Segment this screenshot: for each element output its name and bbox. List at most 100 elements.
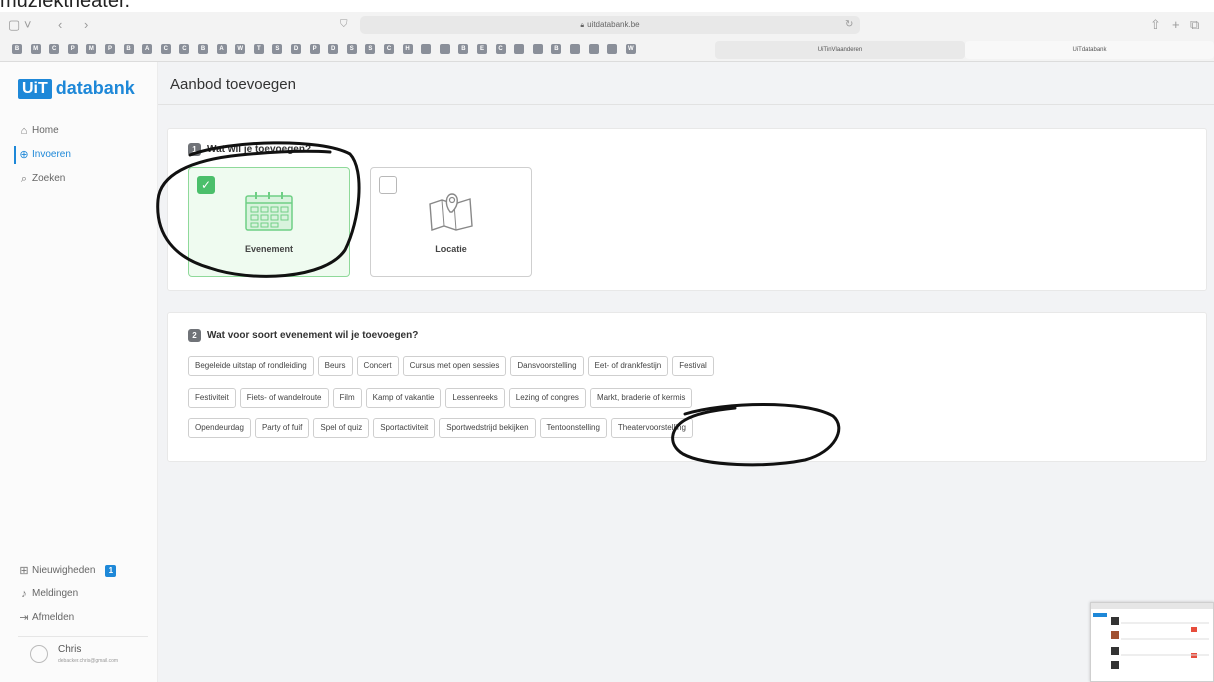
address-text: uitdatabank.be — [587, 20, 640, 29]
event-type-chip[interactable]: Lessenreeks — [445, 388, 505, 408]
bookmark-favicon-icon[interactable]: C — [160, 44, 171, 54]
sidebar-item-label: Meldingen — [32, 588, 79, 599]
tab-uitdatabank[interactable]: UiTdatabank — [965, 41, 1214, 59]
page-title: Aanbod toevoegen — [170, 76, 296, 93]
screenshot-thumbnail[interactable] — [1090, 602, 1214, 682]
bookmark-favicon-icon[interactable]: P — [309, 44, 320, 54]
logout-icon: ⇥ — [19, 612, 29, 624]
bookmark-favicon-icon[interactable] — [421, 44, 432, 54]
event-type-chip[interactable]: Beurs — [317, 356, 353, 376]
bookmark-favicon-icon[interactable]: B — [123, 44, 134, 54]
event-type-chip[interactable]: Film — [332, 388, 362, 408]
screen: muziektheater. ▢ ˅ ‹ › ⛉ 🔒︎ uitdatabank.b… — [0, 0, 1214, 682]
checkbox-unchecked — [379, 176, 397, 194]
bookmark-favicon-icon[interactable]: P — [67, 44, 78, 54]
logo[interactable]: UiT databank — [18, 78, 135, 102]
option-evenement[interactable]: ✓ Evenement — [188, 167, 350, 277]
bookmark-favicon-icon[interactable] — [607, 44, 618, 54]
event-type-chip[interactable]: Festival — [672, 356, 714, 376]
lock-icon: 🔒︎ — [580, 22, 585, 29]
sidebar-item-invoeren[interactable]: ⊕ Invoeren — [14, 144, 150, 166]
bookmark-favicon-icon[interactable] — [532, 44, 543, 54]
sidebar-item-nieuwigheden[interactable]: ⊞ Nieuwigheden 1 — [18, 560, 150, 582]
bookmark-favicon-icon[interactable]: P — [105, 44, 115, 54]
sidebar: UiT databank ⌂ Home ⊕ Invoeren ⌕ Zoeken ⊞ Nie… — [0, 62, 158, 682]
thumbnail-preview-icon — [1091, 603, 1213, 669]
bookmark-favicon-icon[interactable] — [514, 44, 525, 54]
new-tab-icon[interactable]: + — [1172, 12, 1180, 38]
bookmark-favicon-icon[interactable]: B — [198, 44, 208, 54]
event-type-chip[interactable]: Party of fuif — [254, 418, 310, 438]
option-label: Evenement — [244, 244, 294, 254]
event-type-chip[interactable]: Theatervoorstelling — [610, 418, 693, 438]
event-type-chip[interactable]: Eet- of drankfestijn — [587, 356, 669, 376]
event-type-chip[interactable]: Opendeurdag — [188, 418, 251, 438]
bookmark-favicon-icon[interactable]: M — [30, 44, 41, 54]
tab-label: UiTinVlaanderen — [817, 47, 863, 53]
bookmark-favicon-icon[interactable]: D — [328, 44, 339, 54]
bookmark-favicon-icon[interactable]: S — [346, 44, 357, 54]
bookmark-favicon-icon[interactable]: A — [216, 44, 227, 54]
sidebar-item-home[interactable]: ⌂ Home — [18, 120, 150, 142]
sidebar-item-meldingen[interactable]: ♪ Meldingen — [18, 583, 150, 605]
bookmark-favicon-icon[interactable]: W — [235, 44, 246, 54]
bookmark-favicon-icon[interactable]: A — [142, 44, 153, 54]
sidebar-item-label: Nieuwigheden — [32, 565, 96, 576]
share-icon[interactable]: ⇧ — [1150, 12, 1161, 38]
bookmark-favicon-icon[interactable]: B — [458, 44, 469, 54]
event-type-chip[interactable]: Tentoonstelling — [539, 418, 607, 438]
step-number: 2 — [188, 329, 201, 342]
bookmark-favicon-icon[interactable] — [588, 44, 599, 54]
sidebar-toggle-icon[interactable]: ▢ ˅ — [8, 12, 32, 38]
user-profile[interactable]: Chris debacker.chris@gmail.com — [18, 636, 148, 672]
event-type-chip[interactable]: Sportactiviteit — [373, 418, 436, 438]
tab-uitinvlaanderen[interactable]: UiTinVlaanderen — [715, 41, 965, 59]
bookmark-favicon-icon[interactable]: B — [551, 44, 562, 54]
bookmark-favicon-icon[interactable]: C — [495, 44, 506, 54]
bookmark-favicon-icon[interactable] — [439, 44, 450, 54]
bell-icon: ♪ — [21, 588, 27, 600]
shield-icon[interactable]: ⛉ — [340, 12, 348, 38]
gift-icon: ⊞ — [19, 565, 29, 577]
forward-icon[interactable]: › — [84, 12, 88, 38]
bookmark-favicon-icon[interactable]: C — [179, 44, 190, 54]
sidebar-item-afmelden[interactable]: ⇥ Afmelden — [18, 607, 150, 629]
address-bar[interactable]: 🔒︎ uitdatabank.be — [360, 16, 860, 34]
bookmark-favicon-icon[interactable]: S — [272, 44, 283, 54]
map-icon — [429, 193, 473, 231]
bookmark-favicon-icon[interactable]: T — [253, 44, 264, 54]
event-type-chip[interactable]: Markt, braderie of kermis — [589, 388, 693, 408]
event-type-chip[interactable]: Sportwedstrijd bekijken — [439, 418, 536, 438]
bookmark-favicon-icon[interactable]: C — [49, 44, 60, 54]
bookmark-favicon-icon[interactable]: S — [365, 44, 376, 54]
event-type-chip[interactable]: Dansvoorstelling — [510, 356, 584, 376]
bookmark-favicon-icon[interactable]: H — [402, 44, 413, 54]
bookmark-favicon-icon[interactable] — [570, 44, 580, 54]
bookmark-favicon-icon[interactable]: E — [477, 44, 487, 54]
reload-icon[interactable]: ↻ — [845, 12, 853, 38]
back-icon[interactable]: ‹ — [58, 12, 62, 38]
chip-row: Begeleide uitstap of rondleiding Beurs Con… — [188, 355, 718, 376]
bookmark-favicon-icon[interactable]: B — [12, 44, 22, 54]
bookmark-favicon-icon[interactable]: M — [86, 44, 97, 54]
event-type-chip[interactable]: Begeleide uitstap of rondleiding — [188, 356, 314, 376]
sidebar-item-label: Invoeren — [32, 149, 71, 160]
event-type-chip[interactable]: Kamp of vakantie — [365, 388, 442, 408]
event-type-chip[interactable]: Lezing of congres — [508, 388, 586, 408]
event-type-chip[interactable]: Cursus met open sessies — [402, 356, 507, 376]
bookmark-favicon-icon[interactable]: C — [384, 44, 394, 54]
option-locatie[interactable]: Locatie — [370, 167, 532, 277]
user-email: debacker.chris@gmail.com — [58, 658, 119, 664]
plus-circle-icon: ⊕ — [19, 149, 29, 161]
browser-toolbar: ▢ ˅ ‹ › ⛉ 🔒︎ uitdatabank.be ↻ ⇧ + ⧉ — [0, 12, 1214, 38]
sidebar-item-zoeken[interactable]: ⌕ Zoeken — [18, 168, 150, 190]
event-type-chip[interactable]: Spel of quiz — [313, 418, 370, 438]
bookmark-favicon-icon[interactable]: W — [625, 44, 636, 54]
event-type-chip[interactable]: Festiviteit — [188, 388, 236, 408]
event-type-chip[interactable]: Concert — [356, 356, 399, 376]
step-title-text: Wat wil je toevoegen? — [207, 144, 312, 156]
tab-label: UiTdatabank — [1072, 47, 1107, 53]
bookmark-favicon-icon[interactable]: D — [291, 44, 301, 54]
tabs-overview-icon[interactable]: ⧉ — [1190, 12, 1199, 38]
event-type-chip[interactable]: Fiets- of wandelroute — [239, 388, 329, 408]
